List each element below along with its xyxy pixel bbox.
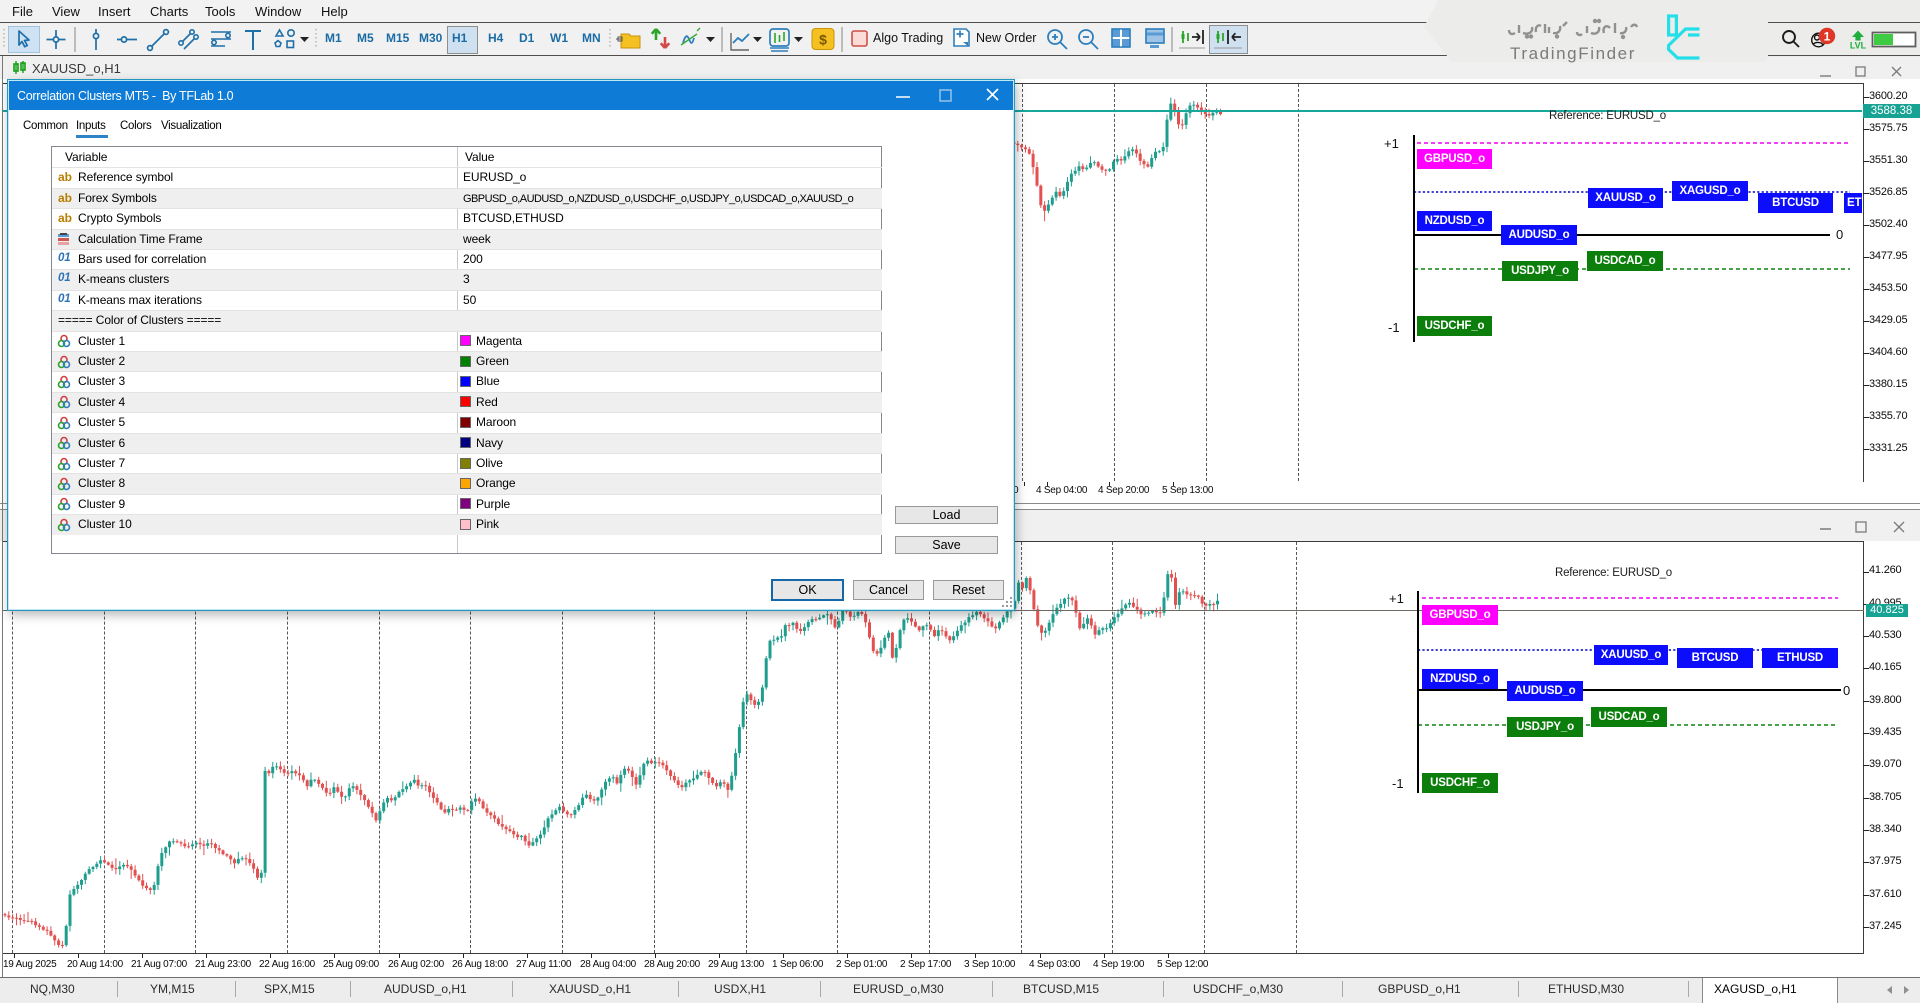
svg-text:$: $ xyxy=(819,32,827,48)
svg-text:1: 1 xyxy=(1824,30,1831,44)
svg-text:LVL: LVL xyxy=(1850,41,1867,51)
